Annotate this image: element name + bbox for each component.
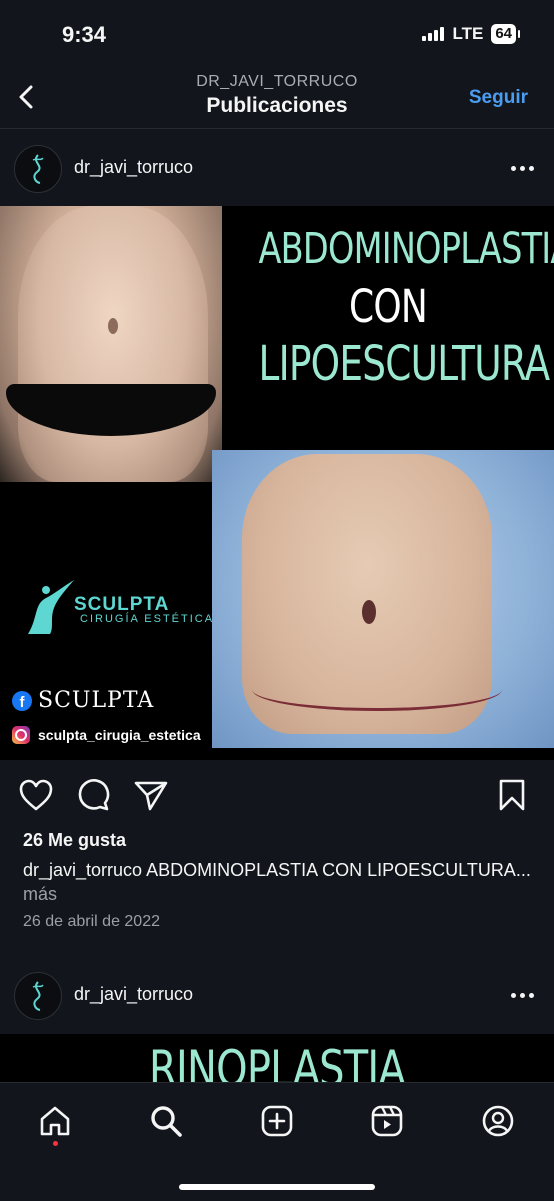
brand-subtitle: CIRUGÍA ESTÉTICA [80,613,215,625]
image-title-line-1: ABDOMINOPLASTIA [258,224,554,274]
sculpta-figure-logo-icon [28,580,74,634]
bottom-tab-bar [0,1082,554,1201]
facebook-icon: f [12,690,32,711]
home-indicator [179,1184,375,1190]
create-icon [261,1105,293,1137]
post-username[interactable]: dr_javi_torruco [74,984,193,1005]
share-icon [134,781,168,811]
like-button[interactable] [18,778,54,817]
image-title-line-3: LIPOESCULTURA [258,336,551,392]
status-time: 9:34 [62,22,107,47]
instagram-icon [12,726,30,744]
sculpta-logo-icon [32,981,44,1011]
image-title-line-1: RINOPLASTIA [149,1040,406,1082]
search-icon [151,1106,182,1137]
before-photo [0,206,222,482]
post-username[interactable]: dr_javi_torruco [74,157,193,178]
network-label: LTE [452,24,484,43]
post-date: 26 de abril de 2022 [23,913,160,930]
tab-home[interactable] [35,1101,75,1141]
tab-create[interactable] [257,1101,297,1141]
more-options-button[interactable] [511,166,534,171]
caption-more-link[interactable]: más [23,884,57,904]
like-count[interactable]: 26 Me gusta [23,830,126,851]
facebook-handle-row: f SCULPTA [12,688,154,713]
post-image[interactable]: RINOPLASTIA [0,1034,554,1082]
tab-reels[interactable] [367,1101,407,1141]
follow-button[interactable]: Seguir [469,87,528,109]
share-button[interactable] [133,778,169,817]
bookmark-icon [499,779,525,811]
heart-icon [19,779,53,811]
more-icon [511,993,516,998]
facebook-handle: SCULPTA [38,688,155,713]
instagram-handle: sculpta_cirugia_estetica [38,727,201,743]
comment-icon [78,779,110,811]
more-options-button[interactable] [511,993,534,998]
comment-button[interactable] [76,778,112,817]
image-title-line-2: CON [348,280,428,333]
avatar[interactable] [14,972,62,1020]
battery-icon: 64 [491,24,520,44]
home-icon [40,1106,70,1136]
post-image[interactable]: ABDOMINOPLASTIA CON LIPOESCULTURA SCULPT… [0,206,554,760]
avatar[interactable] [14,145,62,193]
save-button[interactable] [496,778,528,817]
caption-text: ABDOMINOPLASTIA CON LIPOESCULTURA... [142,860,531,880]
caption-username[interactable]: dr_javi_torruco [23,860,142,880]
profile-icon [482,1105,514,1137]
tab-profile[interactable] [478,1101,518,1141]
signal-icon [422,27,445,41]
sculpta-logo-icon [32,154,44,184]
more-icon [511,166,516,171]
tab-search[interactable] [146,1101,186,1141]
notification-dot [53,1141,58,1146]
reels-icon [371,1105,403,1137]
status-indicators: LTE 64 [422,24,520,44]
header-divider [0,128,554,129]
post-caption: dr_javi_torruco ABDOMINOPLASTIA CON LIPO… [23,858,533,906]
after-photo [212,450,554,748]
instagram-handle-row: sculpta_cirugia_estetica [12,726,201,744]
